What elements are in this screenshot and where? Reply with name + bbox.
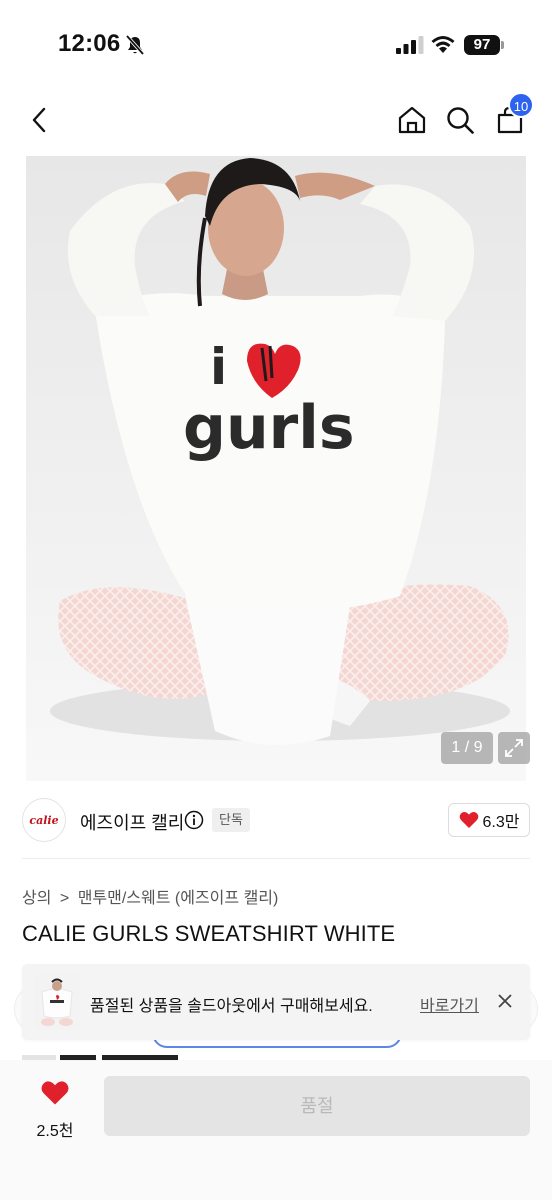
expand-image-button[interactable]	[498, 732, 530, 764]
wishlist-count: 2.5천	[36, 1123, 74, 1140]
battery-indicator: 97	[464, 35, 504, 55]
toast-close-button[interactable]	[494, 990, 516, 1012]
toast-message: 품절된 상품을 솔드아웃에서 구매해보세요.	[90, 998, 373, 1015]
brand-row: calie 에즈이프 캘리 단독 6.3만	[22, 798, 530, 844]
home-icon	[398, 106, 426, 134]
expand-icon	[505, 739, 523, 757]
chevron-left-icon	[32, 107, 46, 133]
product-title: CALIE GURLS SWEATSHIRT WHITE	[22, 921, 396, 946]
brand-logo[interactable]: calie	[22, 798, 66, 842]
home-button[interactable]	[392, 100, 432, 140]
info-icon[interactable]	[184, 810, 204, 830]
cart-count-badge: 10	[508, 92, 534, 118]
signal-icon	[396, 36, 424, 54]
shirt-print-gurls: gurls	[183, 393, 355, 463]
shirt-print-i: i	[210, 338, 227, 396]
wifi-icon	[431, 36, 455, 53]
status-bar: 12:06 97	[0, 0, 552, 90]
product-photo-illustration: i gurls	[0, 156, 552, 781]
close-icon	[498, 994, 512, 1008]
toast-product-thumbnail	[34, 974, 80, 1030]
cart-button[interactable]: 10	[490, 92, 534, 140]
back-button[interactable]	[20, 100, 60, 140]
toast-shortcut-link[interactable]: 바로가기	[420, 992, 479, 1016]
divider	[22, 858, 530, 859]
search-icon	[447, 107, 474, 134]
brand-logo-text: calie	[29, 813, 59, 827]
soldout-button[interactable]: 품절	[104, 1076, 530, 1136]
breadcrumb-category[interactable]: 상의	[22, 890, 51, 907]
bottom-action-bar: 2.5천 품절	[0, 1060, 552, 1200]
brand-name[interactable]: 에즈이프 캘리	[80, 809, 184, 835]
breadcrumb-separator: >	[59, 890, 70, 907]
exclusive-badge: 단독	[212, 808, 250, 832]
heart-icon	[459, 811, 478, 828]
search-button[interactable]	[440, 100, 480, 140]
top-nav: 10	[0, 90, 552, 154]
soldout-toast[interactable]: 품절된 상품을 솔드아웃에서 구매해보세요. 바로가기	[22, 964, 530, 1040]
bell-muted-icon	[125, 34, 145, 56]
breadcrumb: 상의 > 맨투맨/스웨트 (에즈이프 캘리)	[22, 884, 278, 908]
heart-icon	[41, 1081, 69, 1105]
wishlist-button[interactable]: 2.5천	[24, 1080, 86, 1142]
product-image[interactable]: i gurls	[0, 156, 552, 781]
battery-level: 97	[464, 35, 500, 55]
status-time: 12:06	[58, 30, 121, 57]
image-counter: 1 / 9	[441, 732, 493, 764]
brand-like-button[interactable]: 6.3만	[448, 803, 530, 837]
battery-nub	[501, 41, 504, 49]
breadcrumb-subcategory[interactable]: 맨투맨/스웨트 (에즈이프 캘리)	[78, 890, 279, 907]
brand-like-count: 6.3만	[482, 814, 520, 831]
